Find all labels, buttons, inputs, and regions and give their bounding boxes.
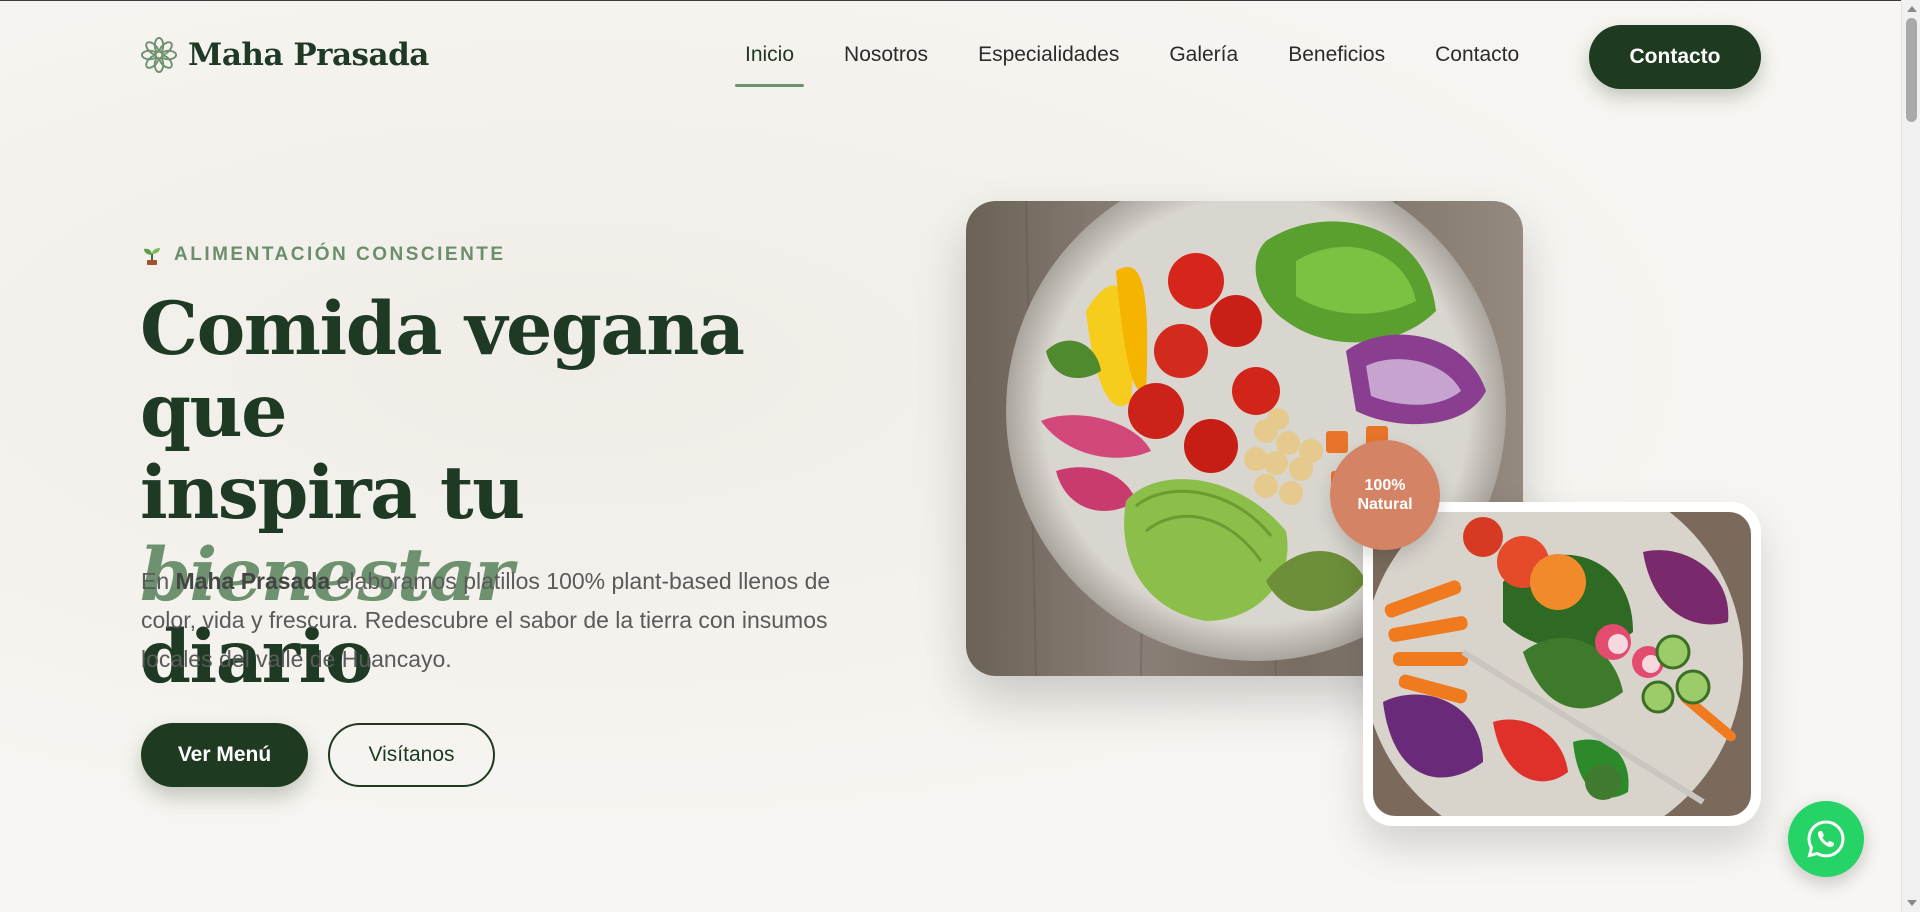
eyebrow-text: ALIMENTACIÓN CONSCIENTE — [174, 244, 506, 265]
navbar: Maha Prasada Inicio Nosotros Especialida… — [0, 0, 1900, 116]
scrollbar-thumb[interactable] — [1906, 18, 1917, 122]
hero-eyebrow: ALIMENTACIÓN CONSCIENTE — [142, 244, 506, 266]
contact-cta-button[interactable]: Contacto — [1589, 25, 1761, 89]
visit-us-button[interactable]: Visítanos — [328, 723, 495, 787]
badge-line2: Natural — [1357, 496, 1413, 513]
desc-prefix: En — [141, 568, 176, 594]
salad-photo-frame — [1363, 502, 1761, 826]
natural-badge: 100% Natural — [1330, 440, 1440, 550]
hero-title-line1: Comida vegana que — [140, 286, 745, 454]
nav-link-contacto[interactable]: Contacto — [1425, 43, 1529, 87]
scroll-up-arrow-icon[interactable] — [1907, 6, 1917, 12]
nav-link-beneficios[interactable]: Beneficios — [1278, 43, 1395, 87]
brand-logo[interactable]: Maha Prasada — [140, 36, 429, 74]
desc-brand: Maha Prasada — [175, 568, 331, 594]
page-scrollbar[interactable] — [1901, 0, 1920, 912]
brand-name: Maha Prasada — [188, 37, 429, 73]
nav-link-especialidades[interactable]: Especialidades — [968, 43, 1129, 87]
badge-line1: 100% — [1364, 477, 1406, 494]
scroll-down-arrow-icon[interactable] — [1907, 900, 1917, 906]
nav-link-galeria[interactable]: Galería — [1159, 43, 1248, 87]
whatsapp-icon — [1807, 820, 1845, 858]
salad-plate-photo — [1373, 512, 1751, 816]
sprout-icon — [144, 248, 160, 265]
nav-link-inicio[interactable]: Inicio — [735, 43, 805, 87]
whatsapp-button[interactable] — [1788, 801, 1864, 877]
lotus-flower-icon — [140, 36, 178, 74]
hero-description: En Maha Prasada elaboramos platillos 100… — [141, 562, 841, 679]
main-nav: Inicio Nosotros Especialidades Galería B… — [735, 43, 1529, 87]
nav-link-nosotros[interactable]: Nosotros — [834, 43, 938, 87]
view-menu-button[interactable]: Ver Menú — [141, 723, 308, 787]
hero-title-line2: inspira tu — [140, 450, 525, 536]
